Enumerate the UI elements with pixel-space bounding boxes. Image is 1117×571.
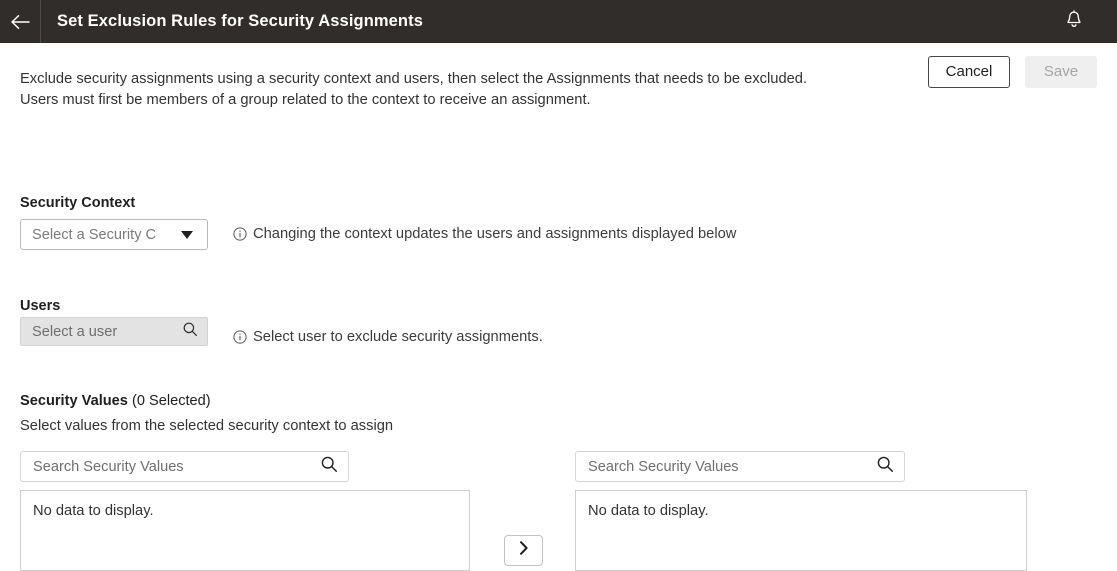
selected-values-search-input[interactable]: Search Security Values [575, 451, 905, 482]
users-hint: Select user to exclude security assignme… [233, 329, 543, 345]
bell-icon [1065, 10, 1083, 34]
notifications-button[interactable] [1061, 9, 1087, 35]
back-button[interactable] [0, 0, 40, 43]
available-values-search-input[interactable]: Search Security Values [20, 451, 349, 482]
chevron-right-icon [517, 540, 530, 561]
page-description-line-2: Users must first be members of a group r… [20, 90, 920, 111]
security-values-selected-count: (0 Selected) [132, 393, 211, 409]
search-icon [876, 455, 894, 478]
info-circle-icon [233, 330, 247, 344]
selected-values-search-placeholder: Search Security Values [588, 459, 876, 475]
page-title: Set Exclusion Rules for Security Assignm… [41, 12, 423, 31]
security-context-hint-text: Changing the context updates the users a… [253, 226, 736, 242]
security-context-label: Security Context [20, 195, 135, 211]
move-to-selected-button[interactable] [504, 535, 543, 566]
users-search-input[interactable]: Select a user [20, 317, 208, 346]
page-description-line-1: Exclude security assignments using a sec… [20, 69, 920, 90]
info-circle-icon [233, 227, 247, 241]
arrow-left-icon [10, 14, 30, 30]
form-action-buttons: Cancel Save [928, 56, 1097, 88]
search-icon [182, 321, 198, 342]
security-values-heading: Security Values (0 Selected) [20, 393, 211, 409]
users-input-placeholder: Select a user [32, 324, 182, 340]
security-values-title: Security Values [20, 393, 128, 409]
available-values-search-placeholder: Search Security Values [33, 459, 320, 475]
security-values-subtitle: Select values from the selected security… [20, 418, 393, 434]
security-context-select[interactable]: Select a Security C [20, 219, 208, 250]
selected-values-empty-message: No data to display. [588, 503, 1026, 519]
security-context-select-value: Select a Security C [32, 227, 177, 243]
search-icon [320, 455, 338, 478]
available-values-list[interactable]: No data to display. [20, 490, 470, 571]
app-header-bar: Set Exclusion Rules for Security Assignm… [0, 0, 1117, 43]
selected-values-list[interactable]: No data to display. [575, 490, 1027, 571]
save-button[interactable]: Save [1025, 56, 1097, 88]
security-context-hint: Changing the context updates the users a… [233, 226, 736, 242]
header-actions [1061, 0, 1117, 43]
users-hint-text: Select user to exclude security assignme… [253, 329, 543, 345]
page-description: Exclude security assignments using a sec… [20, 69, 920, 111]
available-values-empty-message: No data to display. [33, 503, 469, 519]
cancel-button[interactable]: Cancel [928, 56, 1010, 88]
chevron-down-icon [181, 231, 193, 239]
users-label: Users [20, 298, 60, 314]
